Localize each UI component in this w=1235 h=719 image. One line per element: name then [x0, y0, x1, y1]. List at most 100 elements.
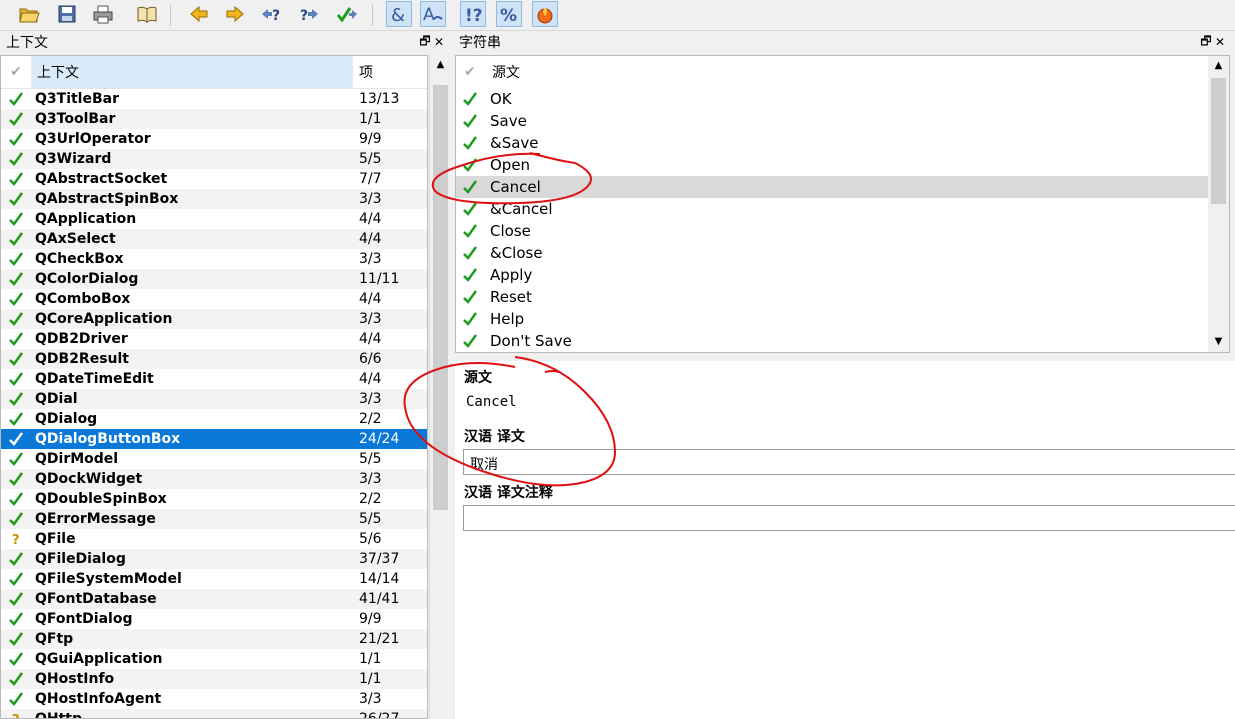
string-row[interactable]: Cancel: [456, 176, 1208, 198]
open-folder-icon[interactable]: [16, 1, 42, 27]
string-row[interactable]: &Close: [456, 242, 1208, 264]
string-row[interactable]: Don't Save: [456, 330, 1208, 352]
context-row[interactable]: QComboBox 4/4: [1, 289, 427, 309]
context-scrollbar[interactable]: ▲: [429, 55, 451, 719]
context-row[interactable]: QFtp 21/21: [1, 629, 427, 649]
source-column-header[interactable]: 源文: [484, 62, 520, 82]
check-header-icon[interactable]: ✔: [456, 64, 484, 80]
comment-field[interactable]: [463, 505, 1235, 531]
string-row[interactable]: Save: [456, 110, 1208, 132]
svg-text:?: ?: [300, 8, 308, 24]
prev-icon[interactable]: [186, 1, 212, 27]
context-row[interactable]: QDB2Driver 4/4: [1, 329, 427, 349]
check-header-icon[interactable]: ✔: [1, 64, 31, 80]
context-row[interactable]: QFileSystemModel 14/14: [1, 569, 427, 589]
context-row[interactable]: QHostInfoAgent 3/3: [1, 689, 427, 709]
check-icon: [1, 272, 31, 286]
print-icon[interactable]: [90, 1, 116, 27]
context-items: 4/4: [359, 211, 382, 227]
comment-label: 汉语 译文注释: [464, 485, 553, 501]
items-column-header[interactable]: 项: [353, 62, 427, 82]
context-row[interactable]: QDialogButtonBox 24/24: [1, 429, 427, 449]
float-icon[interactable]: 🗗: [418, 32, 432, 53]
context-row[interactable]: Q3TitleBar 13/13: [1, 89, 427, 109]
context-panel: 上下文 🗗 ✕ ✔ 上下文 项 Q3TitleBar 13/13 Q3ToolBar…: [0, 31, 451, 719]
string-row[interactable]: Apply: [456, 264, 1208, 286]
context-items: 1/1: [359, 651, 382, 667]
prev-unfinished-icon[interactable]: ?: [258, 1, 284, 27]
placemarker-icon[interactable]: %: [496, 1, 522, 27]
context-row[interactable]: QDial 3/3: [1, 389, 427, 409]
scroll-up-icon[interactable]: ▲: [1208, 60, 1229, 71]
context-row[interactable]: QDB2Result 6/6: [1, 349, 427, 369]
done-next-icon[interactable]: [334, 1, 360, 27]
context-row[interactable]: QAbstractSpinBox 3/3: [1, 189, 427, 209]
context-row[interactable]: QFontDatabase 41/41: [1, 589, 427, 609]
context-row[interactable]: QDateTimeEdit 4/4: [1, 369, 427, 389]
context-row[interactable]: QDoubleSpinBox 2/2: [1, 489, 427, 509]
scrollbar-thumb[interactable]: [1211, 78, 1226, 204]
context-row[interactable]: QFileDialog 37/37: [1, 549, 427, 569]
context-items: 3/3: [359, 191, 382, 207]
context-row[interactable]: Q3UrlOperator 9/9: [1, 129, 427, 149]
context-items: 5/5: [359, 451, 382, 467]
translation-field[interactable]: 取消: [463, 449, 1235, 475]
string-row[interactable]: Close: [456, 220, 1208, 242]
context-row[interactable]: QCheckBox 3/3: [1, 249, 427, 269]
strings-scrollbar[interactable]: ▲ ▼: [1208, 56, 1229, 352]
surrounding-whitespace-icon[interactable]: [532, 1, 558, 27]
context-row[interactable]: Q3ToolBar 1/1: [1, 109, 427, 129]
check-icon: [1, 212, 31, 226]
float-icon[interactable]: 🗗: [1199, 32, 1213, 53]
string-row[interactable]: Open: [456, 154, 1208, 176]
string-row[interactable]: &Cancel: [456, 198, 1208, 220]
context-row[interactable]: QCoreApplication 3/3: [1, 309, 427, 329]
context-row[interactable]: QDirModel 5/5: [1, 449, 427, 469]
context-items: 4/4: [359, 371, 382, 387]
context-name: QCheckBox: [35, 251, 124, 267]
context-row[interactable]: ? QFile 5/6: [1, 529, 427, 549]
context-row[interactable]: QDockWidget 3/3: [1, 469, 427, 489]
scroll-up-icon[interactable]: ▲: [430, 59, 451, 70]
context-items: 6/6: [359, 351, 382, 367]
context-row[interactable]: QGuiApplication 1/1: [1, 649, 427, 669]
context-row[interactable]: QDialog 2/2: [1, 409, 427, 429]
context-column-header[interactable]: 上下文: [31, 56, 353, 88]
context-items: 5/6: [359, 531, 382, 547]
svg-text:%: %: [500, 6, 517, 25]
check-icon: [1, 452, 31, 466]
context-row[interactable]: QAbstractSocket 7/7: [1, 169, 427, 189]
punctuation-icon[interactable]: A: [420, 1, 446, 27]
string-row[interactable]: OK: [456, 88, 1208, 110]
accelerators-icon[interactable]: &: [386, 1, 412, 27]
context-row[interactable]: Q3Wizard 5/5: [1, 149, 427, 169]
phrasebook-icon[interactable]: [134, 1, 160, 27]
svg-text:A: A: [423, 5, 435, 25]
context-row[interactable]: QFontDialog 9/9: [1, 609, 427, 629]
next-icon[interactable]: [222, 1, 248, 27]
context-row[interactable]: QErrorMessage 5/5: [1, 509, 427, 529]
context-row[interactable]: QColorDialog 11/11: [1, 269, 427, 289]
check-icon: [1, 352, 31, 366]
context-row[interactable]: QAxSelect 4/4: [1, 229, 427, 249]
check-icon: [1, 132, 31, 146]
string-row[interactable]: Reset: [456, 286, 1208, 308]
check-icon: [456, 268, 484, 282]
scrollbar-thumb[interactable]: [433, 85, 448, 510]
close-icon[interactable]: ✕: [432, 35, 446, 49]
context-row[interactable]: QHostInfo 1/1: [1, 669, 427, 689]
string-row[interactable]: Help: [456, 308, 1208, 330]
next-unfinished-icon[interactable]: ?: [296, 1, 322, 27]
context-items: 7/7: [359, 171, 382, 187]
context-row[interactable]: ? QHttp 26/27: [1, 709, 427, 718]
check-icon: [1, 232, 31, 246]
check-icon: [456, 114, 484, 128]
check-icon: [1, 292, 31, 306]
toolbar: ? ? & A !? %: [0, 0, 1235, 31]
save-icon[interactable]: [54, 1, 80, 27]
close-icon[interactable]: ✕: [1213, 35, 1227, 49]
string-row[interactable]: &Save: [456, 132, 1208, 154]
phrase-match-icon[interactable]: !?: [460, 1, 486, 27]
scroll-down-icon[interactable]: ▼: [1208, 336, 1229, 347]
context-row[interactable]: QApplication 4/4: [1, 209, 427, 229]
